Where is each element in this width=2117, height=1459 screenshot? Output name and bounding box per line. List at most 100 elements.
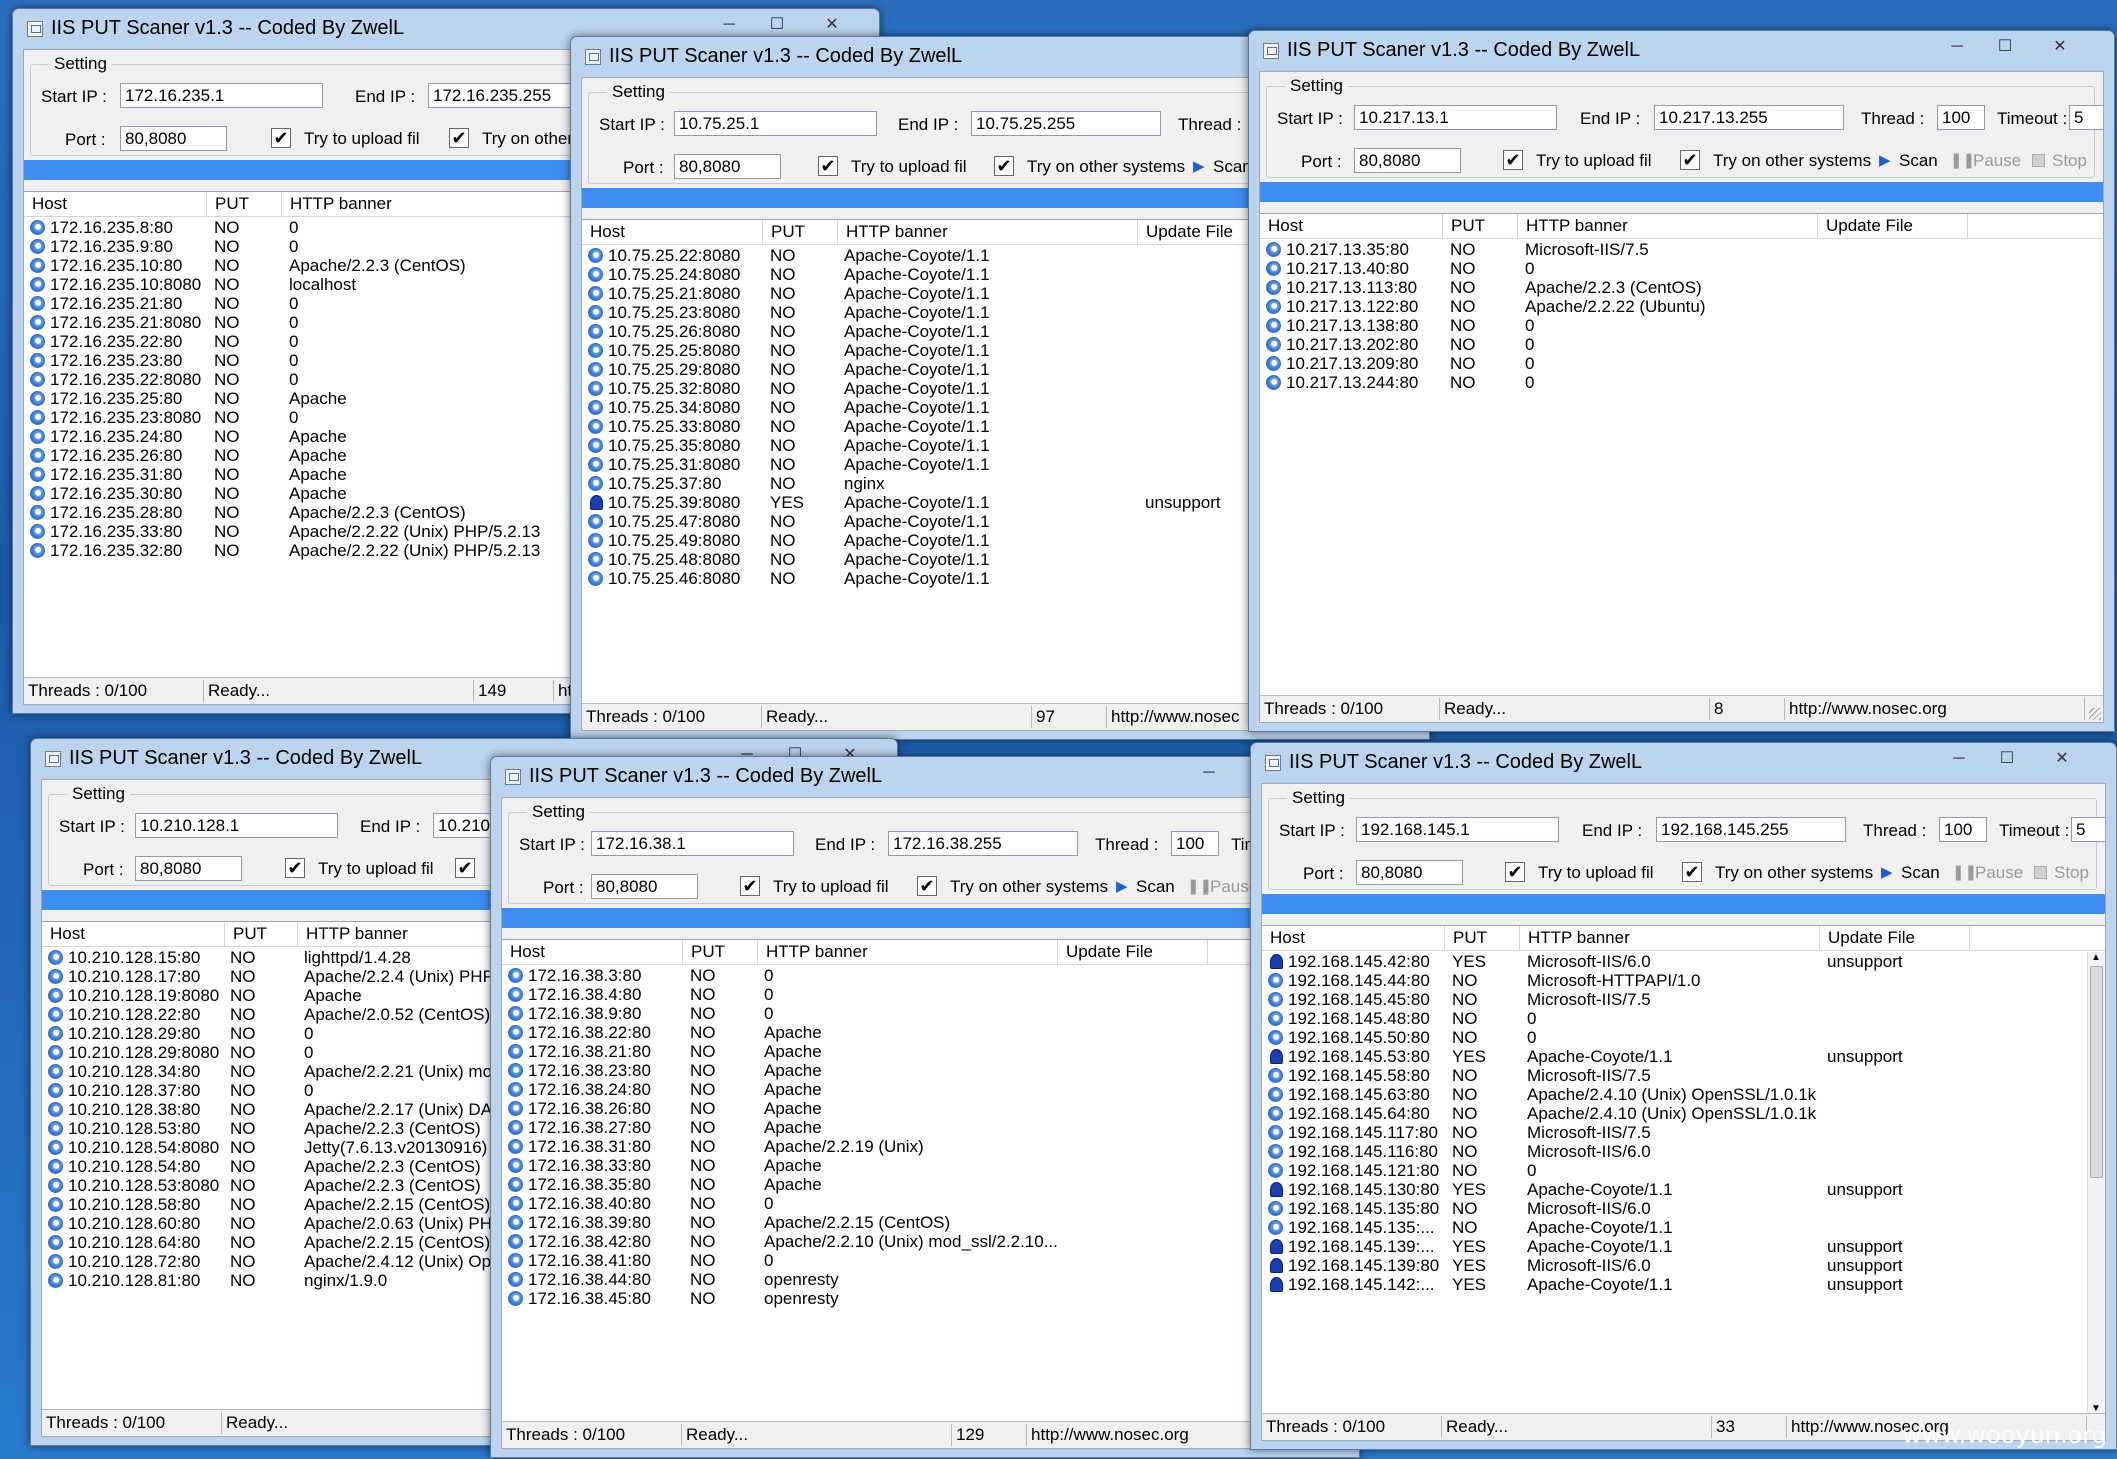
table-row[interactable]: 192.168.145.130:80 YES Apache-Coyote/1.1 un… [1262, 1180, 2105, 1199]
col-banner[interactable]: HTTP banner [838, 220, 1138, 244]
table-row[interactable]: 172.16.38.35:80 NO Apache [502, 1175, 1348, 1194]
table-row[interactable]: 172.16.38.23:80 NO Apache [502, 1061, 1348, 1080]
scan-button[interactable]: Scan [1136, 877, 1175, 897]
table-row[interactable]: 10.217.13.40:80 NO 0 [1260, 259, 2103, 278]
table-row[interactable]: 192.168.145.50:80 NO 0 [1262, 1028, 2105, 1047]
stop-button[interactable]: Stop [2052, 151, 2087, 171]
col-host[interactable]: Host [1260, 214, 1443, 238]
scan-button[interactable]: Scan [1213, 157, 1252, 177]
table-row[interactable]: 172.16.38.39:80 NO Apache/2.2.15 (CentOS) [502, 1213, 1348, 1232]
close-button[interactable]: ✕ [2035, 37, 2085, 59]
col-host[interactable]: Host [1262, 926, 1445, 950]
other-systems-checkbox[interactable]: ✔ [449, 128, 469, 148]
col-put[interactable]: PUT [683, 940, 758, 964]
col-put[interactable]: PUT [763, 220, 838, 244]
upload-checkbox[interactable]: ✔ [740, 876, 760, 896]
table-row[interactable]: 172.16.38.24:80 NO Apache [502, 1080, 1348, 1099]
table-row[interactable]: 10.217.13.138:80 NO 0 [1260, 316, 2103, 335]
close-button[interactable]: ✕ [2037, 749, 2087, 771]
upload-checkbox[interactable]: ✔ [818, 156, 838, 176]
thread-input[interactable]: 100 [1937, 105, 1985, 130]
table-row[interactable]: 172.16.38.45:80 NO openresty [502, 1289, 1348, 1308]
upload-checkbox[interactable]: ✔ [285, 858, 305, 878]
port-input[interactable]: 80,8080 [120, 126, 227, 151]
close-button[interactable]: ✕ [807, 15, 857, 37]
title-bar[interactable]: IIS PUT Scaner v1.3 -- Coded By ZwelL ─ … [1251, 743, 2116, 783]
port-input[interactable]: 80,8080 [1354, 148, 1461, 173]
port-input[interactable]: 80,8080 [1356, 860, 1463, 885]
other-systems-checkbox[interactable]: ✔ [917, 876, 937, 896]
port-input[interactable]: 80,8080 [674, 154, 781, 179]
start-ip-input[interactable]: 172.16.38.1 [591, 831, 794, 856]
table-row[interactable]: 172.16.38.44:80 NO openresty [502, 1270, 1348, 1289]
start-ip-input[interactable]: 172.16.235.1 [120, 83, 323, 108]
col-banner[interactable]: HTTP banner [758, 940, 1058, 964]
table-row[interactable]: 192.168.145.142:... YES Apache-Coyote/1.1 u… [1262, 1275, 2105, 1294]
resize-grip[interactable] [2089, 708, 2101, 720]
table-row[interactable]: 192.168.145.48:80 NO 0 [1262, 1009, 2105, 1028]
table-row[interactable]: 192.168.145.42:80 YES Microsoft-IIS/6.0 uns… [1262, 952, 2105, 971]
start-ip-input[interactable]: 10.210.128.1 [135, 813, 338, 838]
table-row[interactable]: 172.16.38.4:80 NO 0 [502, 985, 1348, 1004]
table-row[interactable]: 172.16.38.9:80 NO 0 [502, 1004, 1348, 1023]
minimize-button[interactable]: ─ [1191, 763, 1227, 785]
table-row[interactable]: 172.16.38.41:80 NO 0 [502, 1251, 1348, 1270]
table-row[interactable]: 172.16.38.27:80 NO Apache [502, 1118, 1348, 1137]
table-row[interactable]: 10.217.13.35:80 NO Microsoft-IIS/7.5 [1260, 240, 2103, 259]
col-put[interactable]: PUT [1445, 926, 1520, 950]
port-input[interactable]: 80,8080 [591, 874, 698, 899]
upload-checkbox[interactable]: ✔ [271, 128, 291, 148]
col-host[interactable]: Host [582, 220, 763, 244]
end-ip-input[interactable]: 192.168.145.255 [1656, 817, 1846, 842]
table-row[interactable]: 192.168.145.117:80 NO Microsoft-IIS/7.5 [1262, 1123, 2105, 1142]
col-update[interactable]: Update File [1058, 940, 1208, 964]
table-row[interactable]: 10.217.13.244:80 NO 0 [1260, 373, 2103, 392]
table-row[interactable]: 192.168.145.64:80 NO Apache/2.4.10 (Unix) … [1262, 1104, 2105, 1123]
thread-input[interactable]: 100 [1171, 831, 1219, 856]
table-row[interactable]: 192.168.145.58:80 NO Microsoft-IIS/7.5 [1262, 1066, 2105, 1085]
title-bar[interactable]: IIS PUT Scaner v1.3 -- Coded By ZwelL ─ … [1249, 31, 2114, 71]
scroll-thumb[interactable] [2090, 966, 2103, 1178]
scan-button[interactable]: Scan [1901, 863, 1940, 883]
results-list[interactable]: Host PUT HTTP banner Update File 10.217.… [1260, 213, 2103, 696]
table-row[interactable]: 192.168.145.139:... YES Apache-Coyote/1.1 u… [1262, 1237, 2105, 1256]
col-host[interactable]: Host [502, 940, 683, 964]
col-host[interactable]: Host [24, 192, 207, 216]
url-status[interactable]: http://www.nosec.org [1785, 698, 2085, 720]
title-bar[interactable]: IIS PUT Scaner v1.3 -- Coded By ZwelL ─ [491, 757, 1359, 797]
start-ip-input[interactable]: 10.217.13.1 [1354, 105, 1557, 130]
table-row[interactable]: 192.168.145.135:80 NO Microsoft-IIS/6.0 [1262, 1199, 2105, 1218]
table-row[interactable]: 10.217.13.202:80 NO 0 [1260, 335, 2103, 354]
table-row[interactable]: 172.16.38.21:80 NO Apache [502, 1042, 1348, 1061]
maximize-button[interactable]: ☐ [1987, 37, 2023, 59]
table-row[interactable]: 10.217.13.122:80 NO Apache/2.2.22 (Ubuntu) [1260, 297, 2103, 316]
other-systems-checkbox[interactable]: ✔ [994, 156, 1014, 176]
scan-button[interactable]: Scan [1899, 151, 1938, 171]
results-list[interactable]: Host PUT HTTP banner Update File 172.16.… [502, 939, 1348, 1422]
col-banner[interactable]: HTTP banner [1520, 926, 1820, 950]
col-put[interactable]: PUT [225, 922, 298, 946]
col-put[interactable]: PUT [1443, 214, 1518, 238]
stop-button[interactable]: Stop [2054, 863, 2089, 883]
col-banner[interactable]: HTTP banner [1518, 214, 1818, 238]
table-row[interactable]: 172.16.38.31:80 NO Apache/2.2.19 (Unix) [502, 1137, 1348, 1156]
start-ip-input[interactable]: 10.75.25.1 [674, 111, 877, 136]
col-host[interactable]: Host [42, 922, 225, 946]
end-ip-input[interactable]: 172.16.38.255 [888, 831, 1078, 856]
vertical-scrollbar[interactable]: ▲ ▼ [2087, 952, 2105, 1414]
table-row[interactable]: 172.16.38.22:80 NO Apache [502, 1023, 1348, 1042]
col-update[interactable]: Update File [1820, 926, 1970, 950]
table-row[interactable]: 192.168.145.121:80 NO 0 [1262, 1161, 2105, 1180]
col-put[interactable]: PUT [207, 192, 282, 216]
table-row[interactable]: 192.168.145.116:80 NO Microsoft-IIS/6.0 [1262, 1142, 2105, 1161]
maximize-button[interactable]: ☐ [1989, 749, 2025, 771]
table-row[interactable]: 10.217.13.113:80 NO Apache/2.2.3 (CentOS) [1260, 278, 2103, 297]
minimize-button[interactable]: ─ [1941, 749, 1977, 771]
timeout-input[interactable]: 5 [2069, 105, 2103, 130]
thread-input[interactable]: 100 [1939, 817, 1987, 842]
scroll-up-icon[interactable]: ▲ [2091, 952, 2101, 963]
pause-button[interactable]: Pause [1973, 151, 2021, 171]
table-row[interactable]: 172.16.38.26:80 NO Apache [502, 1099, 1348, 1118]
table-row[interactable]: 192.168.145.135:... NO Apache-Coyote/1.1 [1262, 1218, 2105, 1237]
upload-checkbox[interactable]: ✔ [1503, 150, 1523, 170]
